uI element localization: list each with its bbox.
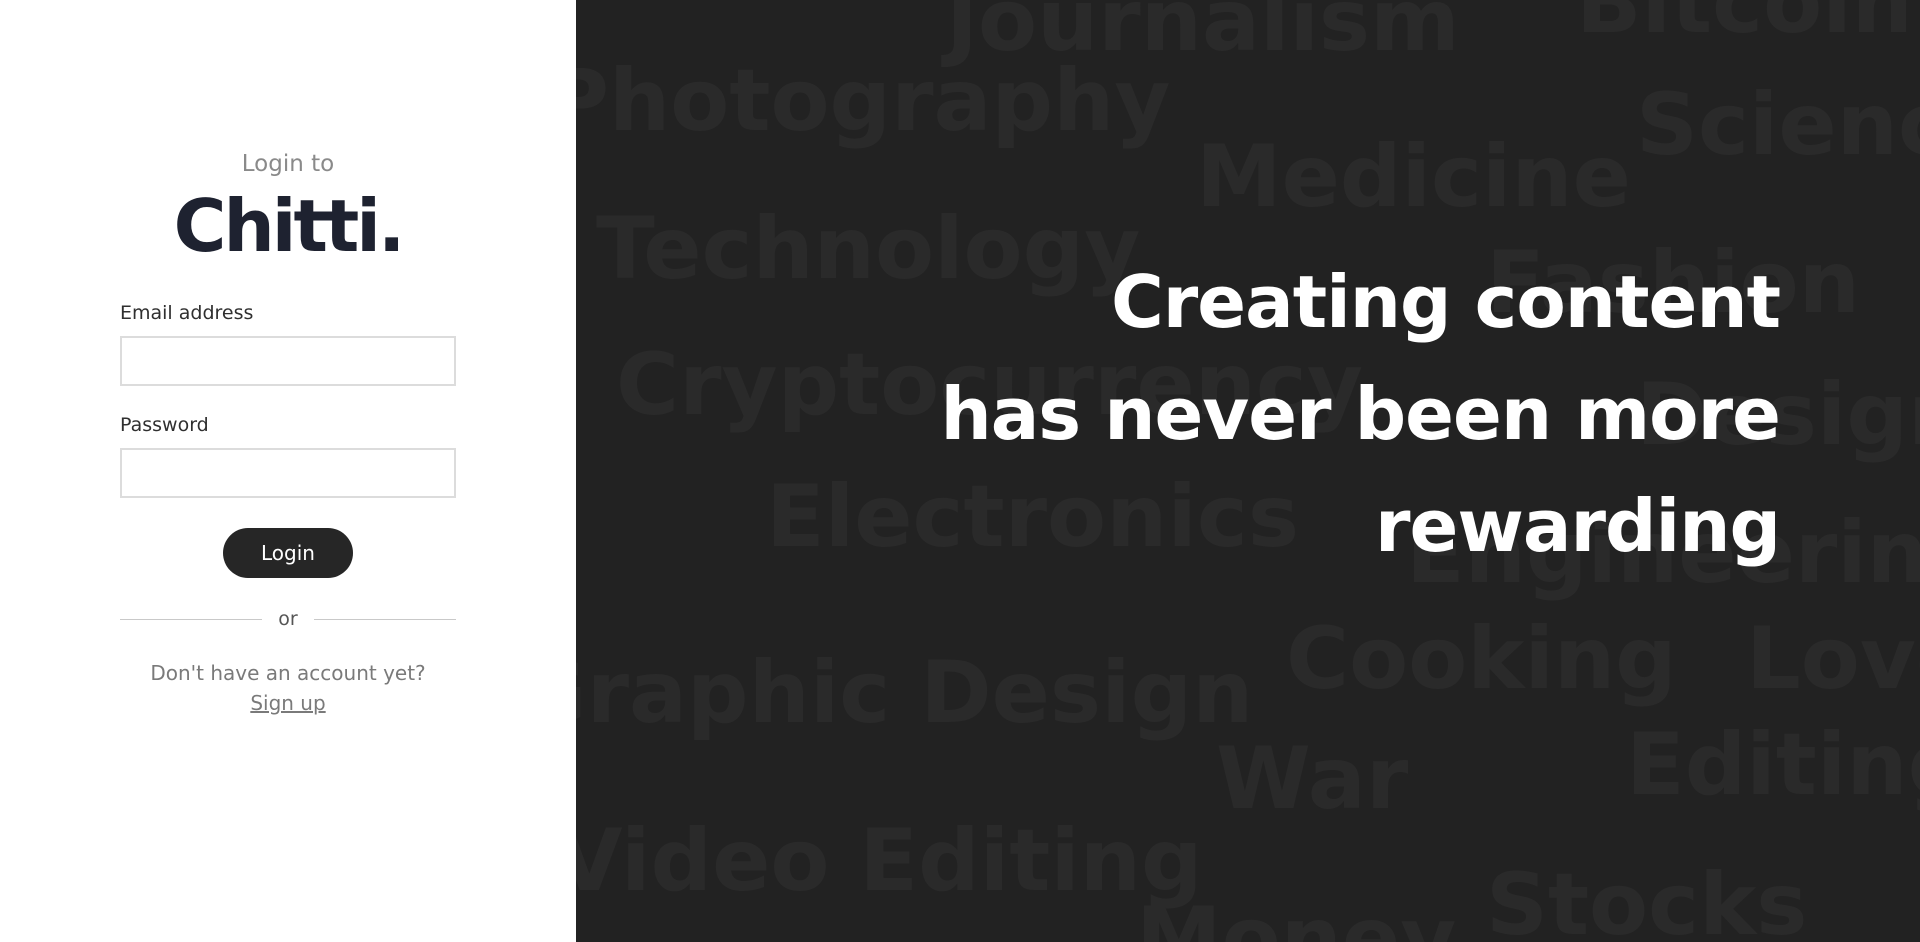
bg-word: Graphic Design [576, 643, 1254, 743]
bg-word: Science [1636, 75, 1920, 175]
bg-word: Editing [1626, 715, 1920, 815]
login-panel: Login to Chitti. Email address Password … [0, 0, 576, 942]
bg-word: Money [1136, 889, 1457, 942]
email-input[interactable] [120, 336, 456, 386]
password-label: Password [120, 414, 209, 436]
login-kicker: Login to [241, 151, 335, 177]
hero-panel: Journalism Bitcoin Photography Science M… [576, 0, 1920, 942]
bg-word: Love [1746, 609, 1920, 709]
bg-word: Cooking [1286, 609, 1677, 709]
login-form: Login to Chitti. Email address Password … [120, 148, 456, 718]
or-divider: or [120, 606, 456, 632]
signup-link[interactable]: Sign up [120, 688, 456, 718]
hero-tagline: Creating content has never been more rew… [940, 246, 1781, 582]
password-input[interactable] [120, 448, 456, 498]
divider-line-left [120, 618, 263, 620]
signup-prompt: Don't have an account yet? [150, 661, 426, 685]
bg-word: Video Editing [576, 811, 1203, 911]
email-label: Email address [120, 302, 254, 324]
tagline-line: has never been more [940, 372, 1781, 456]
bg-word: Bitcoin [1576, 0, 1913, 53]
tagline-line: Creating content [1110, 260, 1781, 344]
brand-logo: Chitti. [173, 184, 406, 268]
or-text: or [278, 608, 298, 630]
divider-line-right [313, 618, 456, 620]
bg-word: Photography [576, 51, 1171, 151]
bg-word: Medicine [1196, 127, 1631, 227]
bg-word: War [1216, 729, 1409, 829]
tagline-line: rewarding [1375, 484, 1781, 568]
login-page: Login to Chitti. Email address Password … [0, 0, 1920, 942]
bg-word: Stocks [1486, 855, 1808, 942]
login-button[interactable]: Login [223, 528, 353, 578]
